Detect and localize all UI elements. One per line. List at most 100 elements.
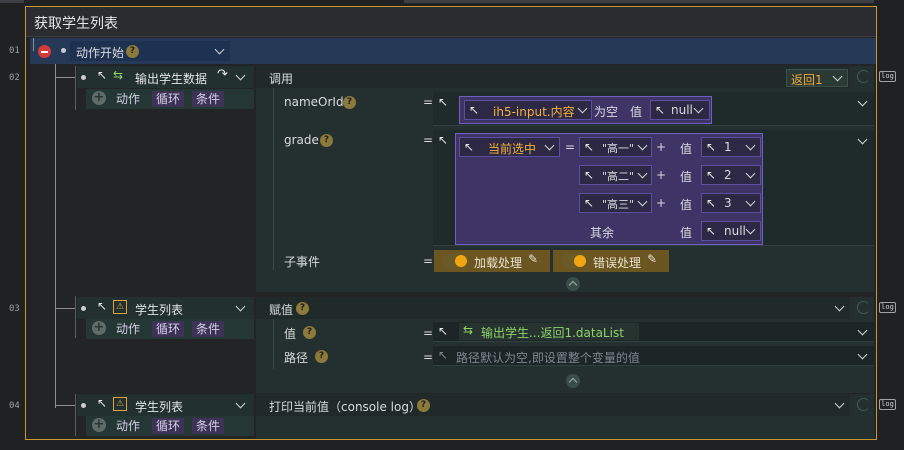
chevron-down-icon[interactable] [834,301,845,312]
variable-icon: ⚠ [113,397,127,411]
selector-dropdown[interactable]: ↖ 当前选中 [459,137,560,157]
node-header[interactable]: ↖ ⚠ 学生列表 [77,297,254,319]
equals-sign: = [423,133,434,147]
toggle-switch[interactable] [561,254,587,268]
assign-panel-header: 赋值 ? [256,297,850,319]
match-dropdown[interactable]: ↖ "高二" [579,165,652,185]
field-label-sub-events: 子事件 [284,255,321,269]
cursor-icon[interactable]: ↖ [438,95,448,109]
grade-value-dropdown[interactable]: ↖ 1 [701,137,761,157]
refresh-icon[interactable] [857,70,870,83]
grade-value-dropdown[interactable]: ↖ 3 [701,193,761,213]
start-dropdown[interactable]: 动作开始 ? [70,41,230,61]
tab-action[interactable]: 动作 [112,91,144,107]
return-dropdown[interactable]: 返回1 [786,69,848,87]
log-icon[interactable]: log [879,302,896,313]
tab-action[interactable]: 动作 [112,418,144,434]
cursor-icon: ↖ [706,196,717,210]
match-value: "高二" [602,170,635,183]
value-field[interactable]: ↖ ⇆ 输出学生...返回1.dataList [433,322,874,342]
top-strip [404,0,874,3]
bullet-icon [81,403,86,408]
else-value: null [724,224,746,238]
condition-label: 为空 [594,105,619,119]
start-label: 动作开始 [76,46,125,60]
help-icon[interactable]: ? [296,302,309,315]
tab-action[interactable]: 动作 [112,321,144,337]
chevron-down-icon[interactable] [235,398,246,409]
swap-icon: ⇆ [463,323,474,337]
help-icon[interactable]: ? [343,96,356,109]
collapse-up-icon[interactable] [566,277,580,291]
cursor-icon[interactable]: ↖ [438,133,448,147]
help-icon[interactable]: ? [303,326,316,339]
cursor-icon: ↖ [438,324,449,338]
chevron-down-icon [693,103,704,114]
path-placeholder: 路径默认为空,即设置整个变量的值 [456,351,640,365]
plus-sign: + [656,168,667,182]
edit-icon[interactable]: ✎ [528,252,538,266]
cursor-icon: ↖ [584,168,595,182]
match-dropdown[interactable]: ↖ "高三" [579,193,652,213]
node-header[interactable]: ↖ ⚠ 学生列表 [77,394,254,416]
equals-sign: = [423,95,434,109]
grade-value-dropdown[interactable]: ↖ 2 [701,165,761,185]
return-label: 返回1 [791,73,823,87]
equals-sign: = [423,350,434,364]
value-ref: 输出学生...返回1.dataList [481,326,624,340]
help-icon[interactable]: ? [126,45,139,58]
cursor-icon: ↖ [655,103,666,117]
match-value: "高一" [602,142,635,155]
chevron-down-icon[interactable] [235,70,246,81]
chevron-down-icon[interactable] [235,301,246,312]
tab-condition[interactable]: 条件 [192,418,225,434]
tab-loop[interactable]: 循环 [152,91,185,107]
path-field[interactable]: ↖ 路径默认为空,即设置整个变量的值 [433,346,874,366]
input-ref-dropdown[interactable]: ↖ ih5-input.内容 [464,100,592,120]
refresh-icon[interactable] [857,301,870,314]
tab-loop[interactable]: 循环 [152,321,185,337]
collapse-icon[interactable] [38,45,51,58]
cursor-icon: ↖ [584,140,595,154]
node-tabs: + 动作 循环 条件 [86,416,254,436]
null-dropdown[interactable]: ↖ null [650,100,710,120]
collapse-up-icon[interactable] [566,374,580,388]
error-handler-button[interactable]: 错误处理 ✎ [553,250,669,272]
empty-check-expression[interactable]: ↖ ih5-input.内容 为空 值 ↖ null [459,96,712,124]
title-bar: 获取学生列表 [26,7,876,37]
add-icon[interactable]: + [92,91,106,105]
help-icon[interactable]: ? [315,350,328,363]
add-icon[interactable]: + [92,321,106,335]
chevron-down-icon[interactable] [857,349,868,360]
panel-title: 打印当前值（console log） [269,400,421,414]
chevron-down-icon [745,140,756,151]
else-value-dropdown[interactable]: ↖ null [701,221,761,241]
chevron-down-icon [745,168,756,179]
tree-line [55,77,75,78]
share-icon[interactable]: ↷ [217,67,228,82]
tree-line [55,64,56,408]
load-handler-button[interactable]: 加载处理 ✎ [434,250,550,272]
operator: = [565,140,576,154]
tree-line [75,394,76,436]
refresh-icon[interactable] [857,398,870,411]
value-ref-chip[interactable]: ⇆ 输出学生...返回1.dataList [459,323,639,340]
value-label: 值 [680,198,693,212]
node-header[interactable]: ↖ ⇆ 输出学生数据 ↷ [77,66,254,88]
tab-condition[interactable]: 条件 [192,91,225,107]
add-icon[interactable]: + [92,418,106,432]
toggle-switch[interactable] [442,254,468,268]
selector-label: 当前选中 [488,142,537,156]
print-panel-header: 打印当前值（console log） ? [256,394,850,416]
value-label: 值 [680,170,693,184]
log-icon[interactable]: log [879,71,896,82]
chevron-down-icon[interactable] [857,325,868,336]
tab-condition[interactable]: 条件 [192,321,225,337]
log-icon[interactable]: log [879,399,896,410]
tab-loop[interactable]: 循环 [152,418,185,434]
match-dropdown[interactable]: ↖ "高一" [579,137,652,157]
chevron-down-icon[interactable] [834,398,845,409]
help-icon[interactable]: ? [320,134,333,147]
help-icon[interactable]: ? [417,399,430,412]
edit-icon[interactable]: ✎ [647,252,657,266]
